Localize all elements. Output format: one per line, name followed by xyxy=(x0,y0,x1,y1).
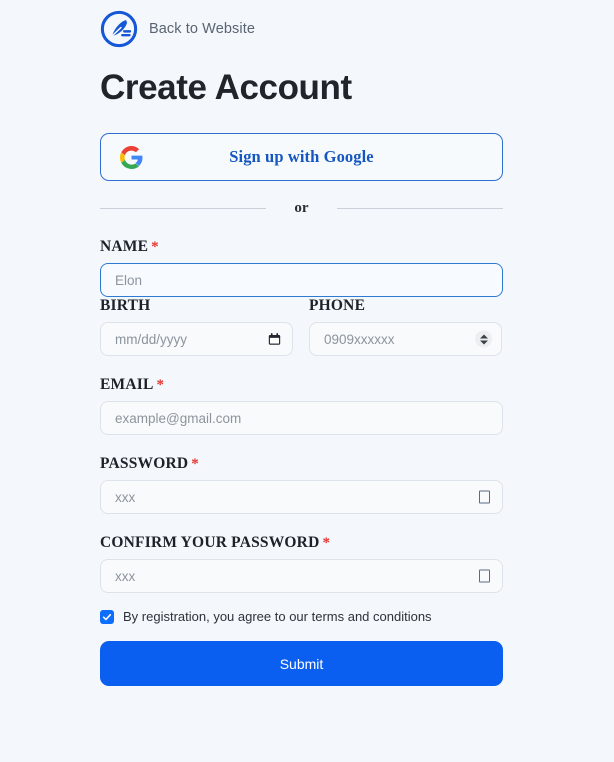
password-label-text: PASSWORD xyxy=(100,455,189,472)
password-input[interactable] xyxy=(100,480,503,514)
pen-nib-circle-logo-icon xyxy=(100,10,138,48)
sign-up-with-google-button[interactable]: Sign up with Google xyxy=(100,133,503,181)
name-input[interactable] xyxy=(100,263,503,297)
divider-line-right xyxy=(336,207,504,209)
spinner-down-arrow-icon[interactable] xyxy=(479,340,488,344)
email-input[interactable] xyxy=(100,401,503,435)
toggle-confirm-password-visibility-icon[interactable] xyxy=(479,569,490,583)
birth-input-wrap xyxy=(100,322,293,356)
page-title: Create Account xyxy=(100,68,352,107)
divider-label: or xyxy=(294,199,309,216)
password-input-wrap xyxy=(100,480,503,514)
password-label: PASSWORD * xyxy=(100,455,503,473)
terms-checkbox[interactable] xyxy=(100,609,114,624)
phone-input-wrap xyxy=(309,322,502,356)
terms-text: By registration, you agree to our terms … xyxy=(123,609,432,624)
or-divider: or xyxy=(100,198,504,218)
phone-input[interactable] xyxy=(309,322,502,356)
name-label: NAME * xyxy=(100,238,503,256)
divider-line-left xyxy=(100,207,267,209)
number-spinner-icon[interactable] xyxy=(475,330,492,348)
email-required-marker: * xyxy=(156,377,165,393)
email-label: EMAIL * xyxy=(100,376,503,394)
confirm-password-label-text: CONFIRM YOUR PASSWORD xyxy=(100,534,320,551)
name-required-marker: * xyxy=(151,239,159,255)
birth-label: BIRTH xyxy=(100,297,151,314)
checkmark-icon xyxy=(102,613,112,620)
signup-page: Back to Website Create Account Sign up w… xyxy=(0,0,614,762)
password-required-marker: * xyxy=(191,456,199,472)
back-to-website-label: Back to Website xyxy=(149,21,256,37)
birth-date-input[interactable] xyxy=(100,322,293,356)
birth-field-group: BIRTH xyxy=(100,297,293,356)
back-to-website-link[interactable]: Back to Website xyxy=(100,0,503,49)
confirm-password-required-marker: * xyxy=(322,535,331,551)
sign-up-with-google-label: Sign up with Google xyxy=(229,147,374,166)
email-label-text: EMAIL xyxy=(100,376,154,393)
confirm-password-input-wrap xyxy=(100,559,503,593)
signup-form-container: Back to Website Create Account Sign up w… xyxy=(100,0,504,686)
google-g-icon xyxy=(120,145,143,169)
submit-button[interactable]: Submit xyxy=(100,641,503,686)
toggle-password-visibility-icon[interactable] xyxy=(479,490,490,504)
spinner-up-arrow-icon[interactable] xyxy=(479,334,488,338)
confirm-password-input[interactable] xyxy=(100,559,503,593)
phone-label: PHONE xyxy=(309,297,366,314)
birth-phone-row: BIRTH PHONE xyxy=(100,297,503,356)
name-label-text: NAME xyxy=(100,238,149,255)
terms-row: By registration, you agree to our terms … xyxy=(100,609,503,624)
confirm-password-label: CONFIRM YOUR PASSWORD * xyxy=(100,534,503,552)
phone-field-group: PHONE xyxy=(309,297,502,356)
